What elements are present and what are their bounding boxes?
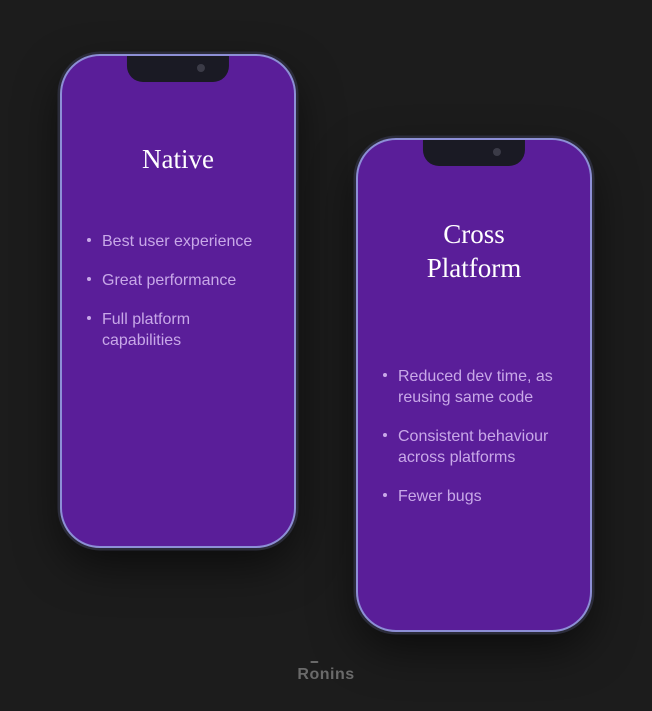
list-item: Consistent behaviour across platforms	[398, 426, 568, 468]
phone-cross-platform: Cross Platform Reduced dev time, as reus…	[358, 140, 590, 630]
feature-list-native: Best user experience Great performance F…	[62, 231, 294, 351]
title-line: Cross	[443, 219, 505, 249]
title-line: Platform	[427, 253, 522, 283]
phone-native: Native Best user experience Great perfor…	[62, 56, 294, 546]
list-item: Fewer bugs	[398, 486, 568, 507]
list-item: Great performance	[102, 270, 272, 291]
camera-icon	[493, 148, 501, 156]
brand-logo: Ronins	[297, 666, 354, 684]
list-item: Best user experience	[102, 231, 272, 252]
list-item: Full platform capabilities	[102, 309, 272, 351]
phone-title-native: Native	[62, 144, 294, 175]
phone-title-cross-platform: Cross Platform	[358, 218, 590, 286]
phone-notch	[423, 140, 525, 166]
camera-icon	[197, 64, 205, 72]
feature-list-cross-platform: Reduced dev time, as reusing same code C…	[358, 366, 590, 508]
list-item: Reduced dev time, as reusing same code	[398, 366, 568, 408]
phone-notch	[127, 56, 229, 82]
